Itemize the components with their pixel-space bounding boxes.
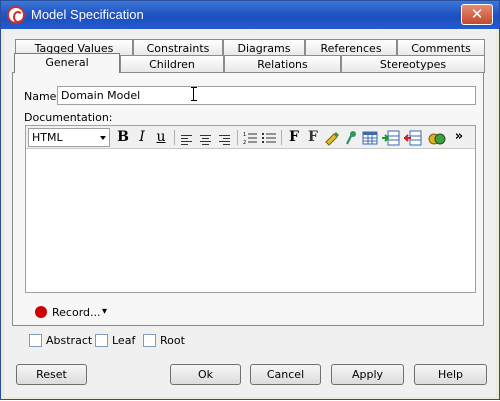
toolbar-separator xyxy=(174,130,175,145)
record-menu-arrow-icon[interactable]: ▾ xyxy=(102,306,107,317)
bullet-list-icon xyxy=(262,133,276,143)
format-select-value: HTML xyxy=(32,131,63,144)
numbered-list-icon: 1 2 xyxy=(243,132,257,146)
align-left-icon xyxy=(181,135,192,145)
link-icon xyxy=(346,131,356,145)
delete-row-button[interactable] xyxy=(403,129,422,146)
bold-button[interactable]: B xyxy=(114,129,132,146)
svg-text:1: 1 xyxy=(243,132,246,138)
leaf-checkbox[interactable] xyxy=(95,334,108,347)
delete-row-icon xyxy=(403,130,422,146)
help-button[interactable]: Help xyxy=(414,364,487,385)
numbered-list-button[interactable]: 1 2 xyxy=(241,129,259,146)
leaf-label: Leaf xyxy=(112,334,136,347)
highlight-button[interactable] xyxy=(323,129,341,146)
toolbar-separator xyxy=(281,130,282,145)
abstract-label: Abstract xyxy=(46,334,93,347)
spell-check-icon xyxy=(428,133,446,145)
insert-table-button[interactable] xyxy=(361,129,379,146)
ok-button[interactable]: Ok xyxy=(170,364,241,385)
root-label: Root xyxy=(160,334,185,347)
insert-row-icon xyxy=(382,130,400,146)
reset-button[interactable]: Reset xyxy=(16,364,87,385)
chevron-down-icon xyxy=(100,136,106,140)
documentation-content[interactable] xyxy=(26,150,475,292)
align-right-button[interactable] xyxy=(216,129,234,146)
toolbar-separator xyxy=(237,130,238,145)
svg-text:2: 2 xyxy=(243,140,246,145)
more-tools-button[interactable]: » xyxy=(450,129,468,146)
cancel-button[interactable]: Cancel xyxy=(250,364,321,385)
align-left-button[interactable] xyxy=(178,129,196,146)
record-button[interactable]: Record... xyxy=(52,306,101,319)
font-color-button[interactable]: F xyxy=(304,129,322,146)
font-button[interactable]: F xyxy=(285,129,303,146)
align-right-icon xyxy=(219,135,230,145)
name-field[interactable]: Domain Model xyxy=(57,86,476,105)
insert-link-button[interactable] xyxy=(342,129,360,146)
record-icon xyxy=(35,306,47,318)
table-icon xyxy=(362,131,378,145)
documentation-editor[interactable]: HTML B I u 1 2 F F » xyxy=(25,125,476,293)
model-specification-dialog: Model Specification ✕ Tagged Values Cons… xyxy=(0,0,500,400)
align-center-icon xyxy=(200,135,211,145)
abstract-checkbox[interactable] xyxy=(29,334,42,347)
align-center-button[interactable] xyxy=(197,129,215,146)
underline-button[interactable]: u xyxy=(152,129,170,146)
spell-check-button[interactable] xyxy=(428,129,446,146)
highlighter-icon xyxy=(325,132,339,146)
name-label: Name: xyxy=(24,90,61,103)
documentation-label: Documentation: xyxy=(24,111,113,124)
apply-button[interactable]: Apply xyxy=(331,364,404,385)
insert-row-button[interactable] xyxy=(382,129,400,146)
root-checkbox[interactable] xyxy=(143,334,156,347)
bullet-list-button[interactable] xyxy=(260,129,278,146)
text-cursor-icon xyxy=(191,87,197,101)
editor-toolbar: HTML B I u 1 2 F F » xyxy=(26,126,475,149)
format-select[interactable]: HTML xyxy=(28,128,110,147)
italic-button[interactable]: I xyxy=(133,129,151,146)
